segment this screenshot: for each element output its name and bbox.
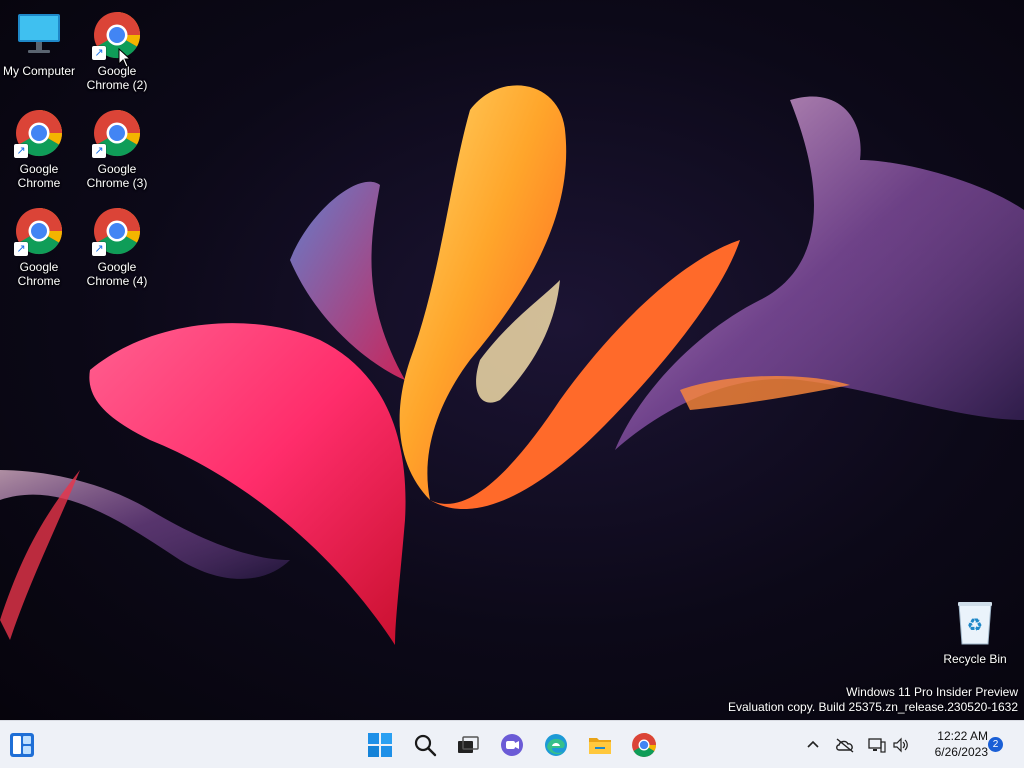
volume-button[interactable] bbox=[890, 731, 912, 759]
chrome-taskbar-button[interactable] bbox=[626, 727, 662, 763]
chrome-icon bbox=[632, 733, 656, 758]
svg-text:♻: ♻ bbox=[967, 615, 983, 636]
mouse-cursor-icon bbox=[118, 48, 132, 68]
desktop-icon-label: Google Chrome bbox=[17, 162, 61, 190]
chrome-icon: ↗ bbox=[92, 10, 142, 60]
shortcut-arrow-icon: ↗ bbox=[92, 46, 106, 60]
chrome-icon: ↗ bbox=[92, 108, 142, 158]
desktop-icon-label: Recycle Bin bbox=[943, 652, 1007, 666]
desktop-icon-chrome-b[interactable]: ↗ Google Chrome bbox=[0, 202, 78, 294]
start-icon bbox=[368, 733, 392, 757]
onedrive-button[interactable] bbox=[832, 731, 858, 759]
clock-time: 12:22 AM bbox=[937, 729, 988, 743]
chrome-icon: ↗ bbox=[14, 108, 64, 158]
notification-badge[interactable]: 2 bbox=[988, 737, 1003, 752]
desktop-icon-chrome-2[interactable]: ↗ Google Chrome (2) bbox=[78, 6, 156, 98]
search-icon bbox=[414, 734, 437, 757]
onedrive-icon bbox=[836, 738, 854, 753]
start-button[interactable] bbox=[362, 727, 398, 763]
desktop-icon-label: My Computer bbox=[2, 64, 76, 78]
edge-button[interactable] bbox=[538, 727, 574, 763]
desktop-icon-label: Google Chrome (2) bbox=[86, 64, 148, 92]
clock-date: 6/26/2023 bbox=[934, 745, 988, 759]
widgets-icon bbox=[10, 733, 34, 757]
edge-icon bbox=[545, 734, 567, 756]
chrome-icon: ↗ bbox=[92, 206, 142, 256]
show-hidden-icons-button[interactable] bbox=[802, 731, 824, 759]
desktop-icon-label: Google Chrome (4) bbox=[86, 260, 148, 288]
task-view-button[interactable] bbox=[450, 727, 486, 763]
watermark-build: Evaluation copy. Build 25375.zn_release.… bbox=[728, 700, 1018, 714]
shortcut-arrow-icon: ↗ bbox=[92, 242, 106, 256]
file-explorer-icon bbox=[589, 738, 611, 754]
chrome-icon: ↗ bbox=[14, 206, 64, 256]
desktop-icon-chrome-4[interactable]: ↗ Google Chrome (4) bbox=[78, 202, 156, 294]
task-view-icon bbox=[458, 736, 479, 753]
desktop-icon-label: Google Chrome (3) bbox=[86, 162, 148, 190]
shortcut-arrow-icon: ↗ bbox=[14, 144, 28, 158]
recycle-bin-icon: ♻ bbox=[950, 598, 1000, 648]
taskbar: 12:22 AM 6/26/2023 bbox=[0, 720, 1024, 768]
desktop[interactable]: My Computer ↗ Google Chrome (2) ↗ Google… bbox=[0, 0, 1024, 720]
volume-icon bbox=[893, 737, 908, 753]
shortcut-arrow-icon: ↗ bbox=[14, 242, 28, 256]
network-button[interactable] bbox=[866, 731, 888, 759]
shortcut-arrow-icon: ↗ bbox=[92, 144, 106, 158]
clock[interactable]: 12:22 AM 6/26/2023 bbox=[918, 728, 988, 760]
desktop-icon-chrome-3[interactable]: ↗ Google Chrome (3) bbox=[78, 104, 156, 196]
chevron-up-icon bbox=[807, 740, 819, 748]
desktop-icon-my-computer[interactable]: My Computer bbox=[0, 6, 78, 98]
desktop-icon-chrome[interactable]: ↗ Google Chrome bbox=[0, 104, 78, 196]
desktop-icon-recycle-bin[interactable]: ♻ Recycle Bin bbox=[936, 594, 1014, 686]
file-explorer-button[interactable] bbox=[582, 727, 618, 763]
desktop-icon-label: Google Chrome bbox=[17, 260, 61, 288]
computer-icon bbox=[14, 10, 64, 60]
search-button[interactable] bbox=[407, 727, 443, 763]
windows-watermark: Windows 11 Pro Insider Preview Evaluatio… bbox=[728, 685, 1018, 715]
widgets-button[interactable] bbox=[4, 727, 40, 763]
chat-button[interactable] bbox=[494, 727, 530, 763]
network-icon bbox=[868, 738, 886, 753]
chat-icon bbox=[501, 734, 523, 756]
watermark-edition: Windows 11 Pro Insider Preview bbox=[846, 685, 1018, 699]
